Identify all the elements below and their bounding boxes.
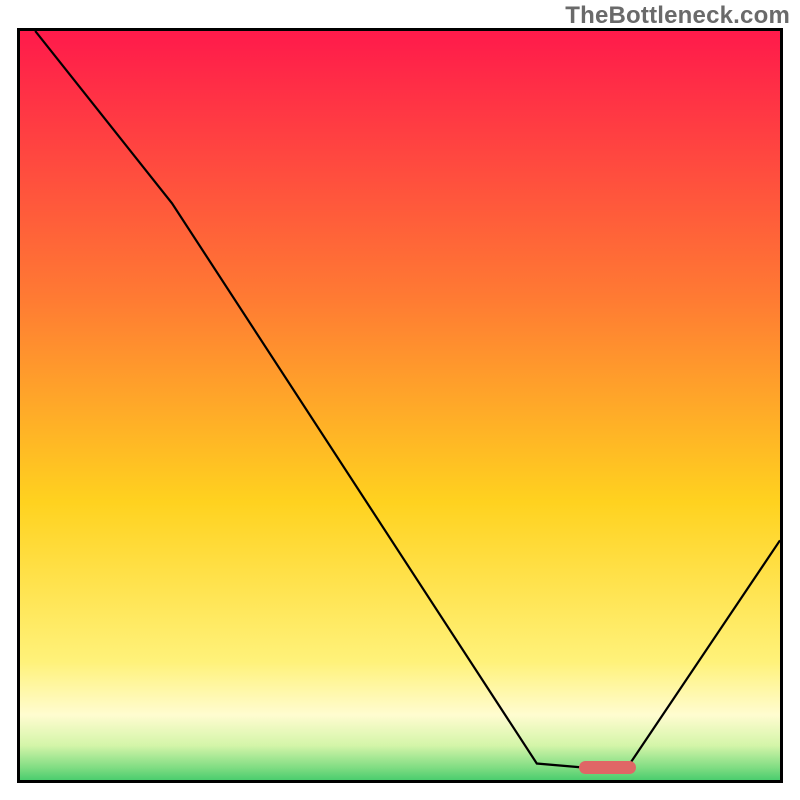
chart-line-layer — [20, 31, 780, 780]
watermark-text: TheBottleneck.com — [565, 2, 790, 30]
optimal-range-marker — [579, 761, 636, 774]
bottleneck-curve — [35, 31, 780, 769]
chart-plot-area — [17, 28, 783, 783]
